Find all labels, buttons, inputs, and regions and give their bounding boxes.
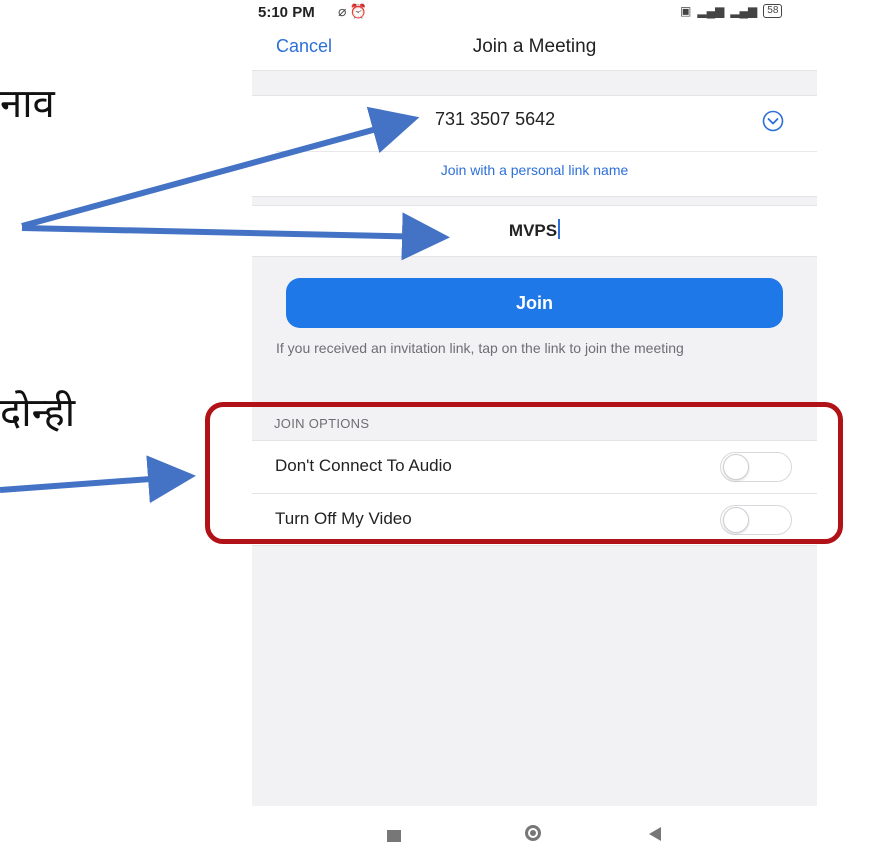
signal-icon-2: ▂▄▆ (730, 4, 758, 18)
status-bar: 5:10 PM ⌀⏰ ▣ ▂▄▆ ▂▄▆ 58 (252, 0, 817, 30)
signal-icon: ▂▄▆ (697, 4, 725, 18)
annotation-text-name: नाव (0, 81, 55, 127)
personal-link-name-link[interactable]: Join with a personal link name (252, 162, 817, 178)
page-title: Join a Meeting (472, 36, 597, 57)
invitation-hint: If you received an invitation link, tap … (276, 340, 684, 356)
status-system-icons: ▣ ▂▄▆ ▂▄▆ 58 (680, 4, 783, 18)
back-icon[interactable] (649, 827, 661, 841)
meeting-id-card: 731 3507 5642 Join with a personal link … (252, 95, 817, 197)
status-time: 5:10 PM (258, 4, 315, 21)
chevron-down-icon[interactable] (762, 110, 784, 132)
join-button[interactable]: Join (286, 278, 783, 328)
display-name-value: MVPS (508, 221, 558, 240)
alarm-icon: ⏰ (349, 3, 370, 19)
arrow-to-join-options (0, 455, 196, 504)
status-notification-icons: ⌀⏰ (338, 3, 370, 20)
mute-icon: ⌀ (338, 3, 350, 19)
system-nav-bar (252, 806, 817, 859)
join-options-highlight (205, 402, 843, 544)
display-name-card: MVPS (252, 205, 817, 257)
nav-bar: Cancel Join a Meeting (252, 30, 817, 71)
divider (276, 151, 817, 152)
recents-icon[interactable] (387, 830, 401, 842)
battery-icon: 58 (763, 4, 783, 18)
text-cursor (558, 219, 561, 239)
display-name-field[interactable]: MVPS (252, 219, 817, 241)
annotation-text-both: दोन्ही (0, 390, 76, 436)
home-icon[interactable] (525, 825, 541, 841)
volte-icon: ▣ (680, 4, 692, 18)
meeting-id-input[interactable]: 731 3507 5642 (435, 109, 555, 130)
